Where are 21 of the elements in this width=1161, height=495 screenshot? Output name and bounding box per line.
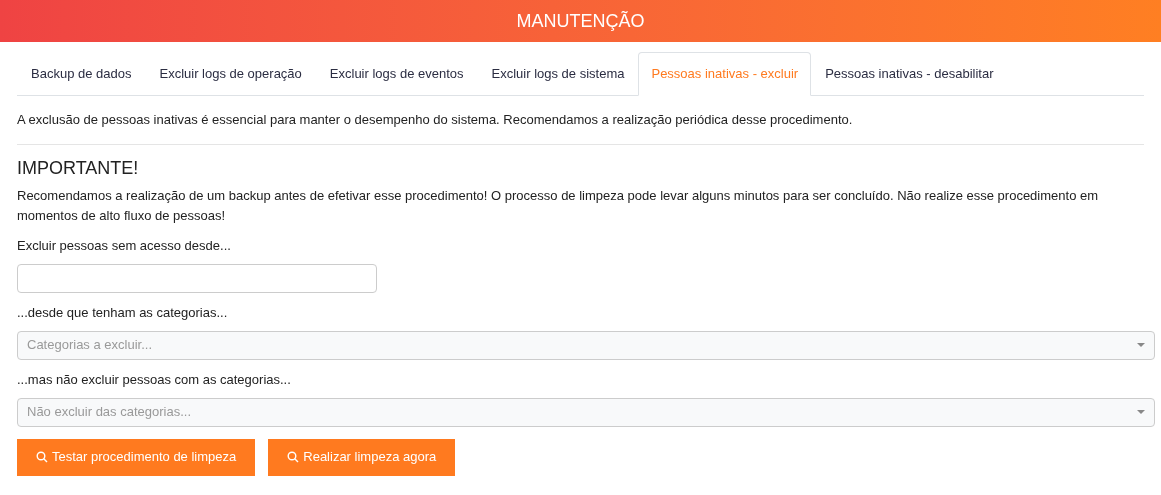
select-placeholder: Não excluir das categorias...: [27, 403, 192, 422]
field-label: Excluir pessoas sem acesso desde...: [17, 236, 232, 255]
tab[interactable]: Excluir logs de operação: [145, 52, 316, 95]
page-title: MANUTENÇÃO: [516, 9, 645, 33]
tab[interactable]: Backup de dados: [17, 52, 146, 95]
field-label: ...desde que tenham as categorias...: [17, 303, 229, 322]
search-icon: [36, 451, 48, 463]
warning-title: IMPORTANTE!: [17, 156, 140, 180]
select-placeholder: Categorias a excluir...: [27, 336, 152, 355]
intro-text: A exclusão de pessoas inativas é essencial para manter o desempenho do sistema. Recomendamos a realização periódica desse procedimento.: [17, 96, 1144, 145]
button-label: Realizar limpeza agora: [303, 448, 437, 467]
dropdown-caret-icon: [1137, 343, 1145, 347]
search-icon: [287, 451, 300, 463]
dropdown-caret-icon: [1137, 410, 1145, 414]
tab[interactable]: Pessoas inativas - desabilitar: [811, 52, 1008, 95]
date-field[interactable]: [17, 263, 377, 293]
button-label: Testar procedimento de limpeza: [52, 448, 237, 467]
field-label: ...mas não excluir pessoas com as categorias...: [17, 370, 292, 389]
tab[interactable]: Excluir logs de eventos: [315, 52, 478, 95]
tab[interactable]: Excluir logs de sistema: [477, 52, 639, 95]
warning-text: Recomendamos a realização de um backup antes de efetivar esse procedimento! O processo de limpeza pode levar alguns minutos para ser concluído. Não realize esse procedimento em momentos de alto fluxo de pessoas!: [17, 186, 1100, 225]
